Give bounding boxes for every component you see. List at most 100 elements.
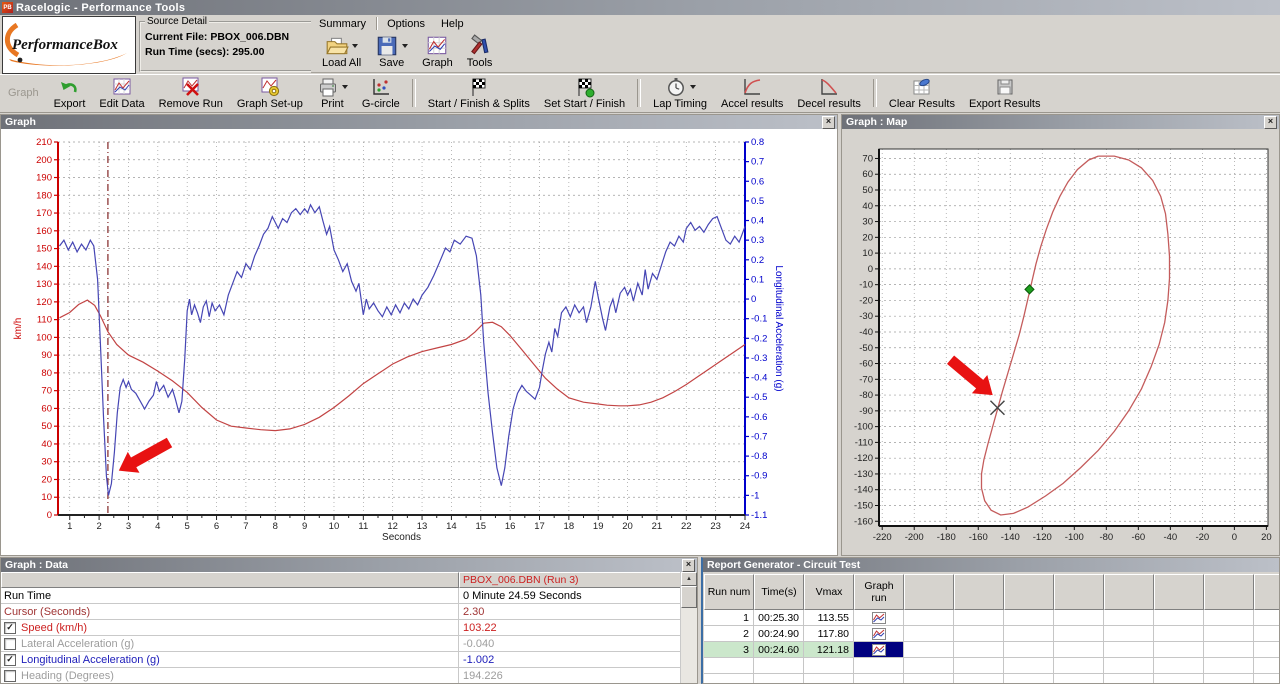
lap-timing-button[interactable]: Lap Timing	[647, 74, 713, 112]
data-header-file: PBOX_006.DBN (Run 3)	[459, 572, 683, 588]
svg-text:-0.9: -0.9	[751, 471, 767, 482]
report-empty-cell	[1154, 610, 1204, 626]
channel-checkbox[interactable]	[4, 638, 16, 650]
data-table-row: Cursor (Seconds)2.30	[1, 604, 697, 620]
svg-text:-0.8: -0.8	[751, 451, 767, 462]
set-start-finish-button[interactable]: Set Start / Finish	[538, 74, 631, 112]
channel-checkbox[interactable]: ✓	[4, 622, 16, 634]
accel-results-button[interactable]: Accel results	[715, 74, 789, 112]
svg-text:-140: -140	[1001, 532, 1020, 543]
data-header-empty	[1, 572, 459, 588]
dropdown-arrow-icon[interactable]	[352, 44, 358, 51]
chart-icon	[425, 34, 449, 58]
report-empty-cell	[954, 626, 1004, 642]
data-scrollbar[interactable]: ▲	[680, 572, 697, 683]
graph-run-icon[interactable]	[872, 612, 886, 624]
save-button[interactable]: Save	[369, 33, 414, 71]
data-table-row: Run Time0 Minute 24.59 Seconds	[1, 588, 697, 604]
graph-panel-close-icon[interactable]: ×	[822, 116, 835, 129]
report-row[interactable]: 300:24.60121.18	[704, 642, 1279, 658]
svg-text:4: 4	[155, 521, 160, 532]
svg-text:0.5: 0.5	[751, 196, 764, 207]
svg-text:-0.3: -0.3	[751, 353, 767, 364]
scroll-up-icon[interactable]: ▲	[681, 572, 697, 586]
decel-results-button[interactable]: Decel results	[791, 74, 867, 112]
channel-value: 103.22	[459, 620, 683, 635]
graph-panel-header: Graph ×	[1, 115, 837, 129]
report-cell: 121.18	[804, 642, 854, 658]
graph-run-cell[interactable]	[854, 642, 904, 658]
svg-text:80: 80	[41, 368, 52, 379]
data-table-row: Lateral Acceleration (g)-0.040	[1, 636, 697, 652]
report-header-row: Run numTime(s)VmaxGraph run	[704, 574, 1279, 610]
menu-help[interactable]: Help	[433, 17, 472, 31]
report-empty-cell	[1004, 626, 1054, 642]
data-panel-close-icon[interactable]: ×	[682, 559, 695, 572]
svg-text:10: 10	[862, 248, 873, 259]
menu-summary[interactable]: Summary	[311, 17, 374, 31]
load-all-button[interactable]: Load All	[316, 33, 367, 71]
channel-checkbox[interactable]	[4, 670, 16, 682]
channel-label-cell: Heading (Degrees)	[1, 668, 459, 683]
report-column-header: Vmax	[804, 574, 854, 610]
map-panel-title: Graph : Map	[846, 116, 907, 128]
edit-chart-icon	[111, 76, 133, 98]
svg-text:5: 5	[185, 521, 190, 532]
svg-text:20: 20	[41, 474, 52, 485]
graph-run-cell[interactable]	[854, 610, 904, 626]
speed-accel-chart[interactable]: 0102030405060708090100110120130140150160…	[1, 129, 837, 555]
map-panel-header: Graph : Map ×	[842, 115, 1279, 129]
svg-text:-1.1: -1.1	[751, 510, 767, 521]
graph-run-icon[interactable]	[872, 628, 886, 640]
svg-text:-160: -160	[854, 516, 873, 527]
svg-text:-110: -110	[855, 437, 873, 448]
graph-run-cell[interactable]	[854, 626, 904, 642]
svg-text:50: 50	[41, 421, 52, 432]
svg-text:-0.6: -0.6	[751, 412, 767, 423]
dropdown-arrow-icon[interactable]	[342, 85, 348, 92]
svg-text:50: 50	[862, 185, 873, 196]
channel-checkbox[interactable]: ✓	[4, 654, 16, 666]
g-circle-button[interactable]: G-circle	[356, 74, 406, 112]
print-button[interactable]: Print	[311, 74, 354, 112]
svg-text:13: 13	[417, 521, 428, 532]
svg-text:-40: -40	[1163, 532, 1177, 543]
report-row[interactable]: 100:25.30113.55	[704, 610, 1279, 626]
toolbar-button-label: Graph Set-up	[237, 98, 303, 110]
remove-run-button[interactable]: Remove Run	[153, 74, 229, 112]
menu-options[interactable]: Options	[379, 17, 433, 31]
report-cell: 113.55	[804, 610, 854, 626]
toolbar-button-label: Export Results	[969, 98, 1041, 110]
svg-text:20: 20	[1261, 532, 1272, 543]
toolbar-button-label: Accel results	[721, 98, 783, 110]
graph-button[interactable]: Graph	[416, 33, 459, 71]
svg-text:6: 6	[214, 521, 219, 532]
scroll-thumb[interactable]	[681, 586, 697, 608]
report-empty-column-header	[1154, 574, 1204, 610]
data-panel-title: Graph : Data	[5, 559, 68, 571]
map-panel-close-icon[interactable]: ×	[1264, 116, 1277, 129]
tools-icon	[468, 34, 492, 58]
graph-run-icon[interactable]	[872, 644, 886, 656]
clear-results-button[interactable]: Clear Results	[883, 74, 961, 112]
track-map-chart[interactable]: -220-200-180-160-140-120-100-80-60-40-20…	[842, 129, 1279, 555]
edit-data-button[interactable]: Edit Data	[93, 74, 150, 112]
tools-button[interactable]: Tools	[461, 33, 499, 71]
report-empty-cell	[1104, 610, 1154, 626]
svg-text:-90: -90	[859, 406, 873, 417]
channel-label-cell: Run Time	[1, 588, 459, 603]
dropdown-arrow-icon[interactable]	[690, 85, 696, 92]
graph-set-up-button[interactable]: Graph Set-up	[231, 74, 309, 112]
svg-text:-160: -160	[969, 532, 988, 543]
start-finish-splits-button[interactable]: Start / Finish & Splits	[422, 74, 536, 112]
export-results-button[interactable]: Export Results	[963, 74, 1047, 112]
report-row[interactable]: 200:24.90117.80	[704, 626, 1279, 642]
report-empty-cell	[904, 610, 954, 626]
data-table-row: ✓Speed (km/h)103.22	[1, 620, 697, 636]
export-button[interactable]: Export	[48, 74, 92, 112]
channel-value: -0.040	[459, 636, 683, 651]
toolbar-button-label: Print	[321, 98, 344, 110]
dropdown-arrow-icon[interactable]	[402, 44, 408, 51]
svg-text:0.6: 0.6	[751, 176, 764, 187]
report-empty-column-header	[1104, 574, 1154, 610]
